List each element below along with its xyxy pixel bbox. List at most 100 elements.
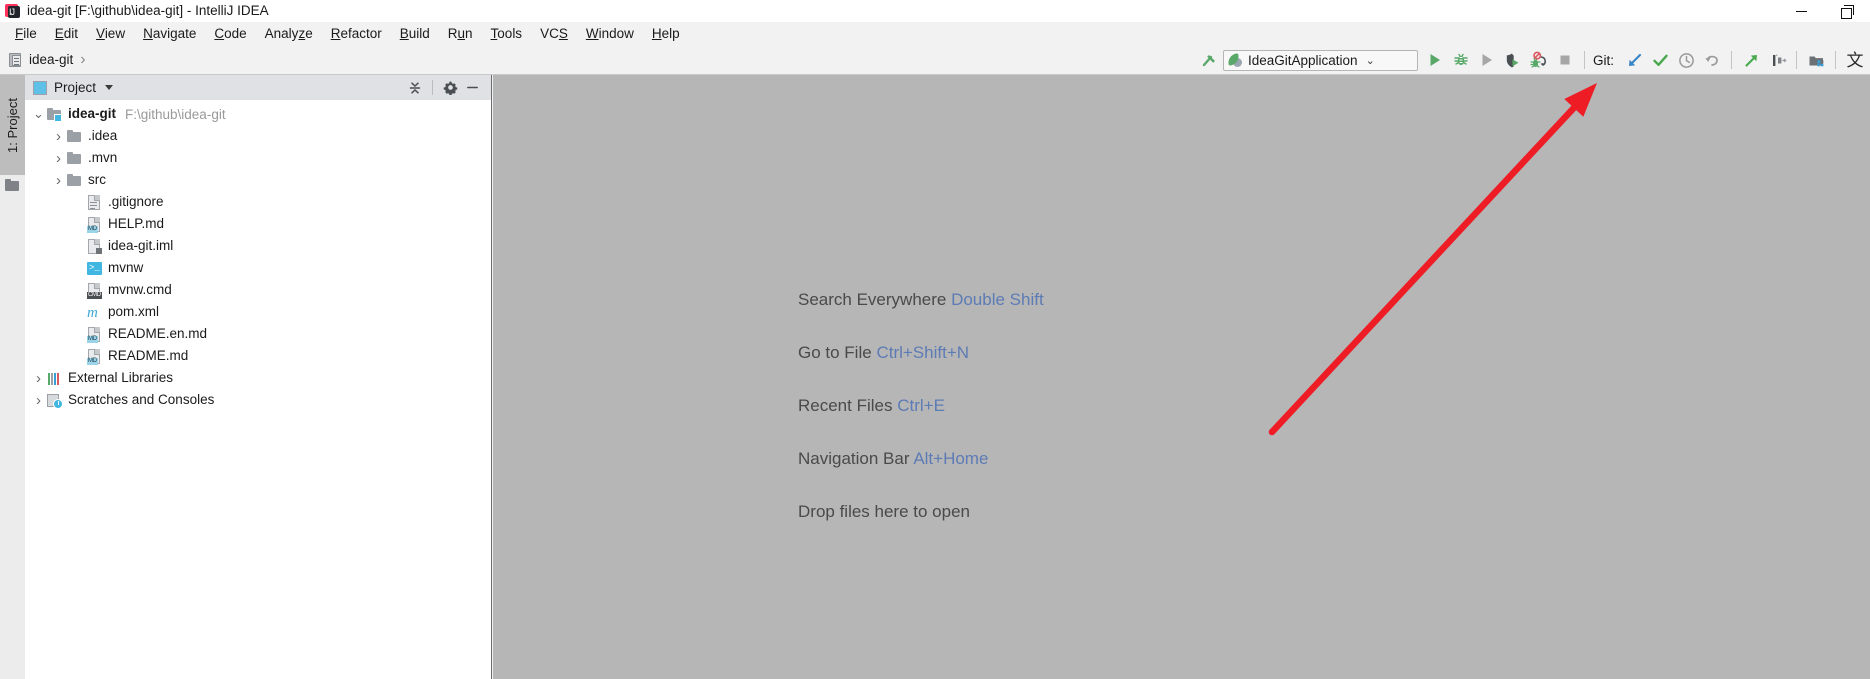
tree-node-idea-git-iml[interactable]: idea-git.iml	[25, 235, 491, 257]
project-tree: ⌄ idea-git F:\github\idea-git › .idea › .mvn › s…	[25, 100, 491, 411]
chevron-right-icon[interactable]: ›	[51, 147, 66, 169]
tree-node-gitignore[interactable]: .gitignore	[25, 191, 491, 213]
chevron-right-icon[interactable]: ›	[51, 169, 66, 191]
menu-item-help[interactable]: Help	[643, 23, 689, 45]
rollback-button[interactable]	[1699, 47, 1725, 73]
minimize-icon	[1795, 10, 1807, 12]
editor-hint-shortcut: Double Shift	[951, 290, 1044, 309]
menu-item-tools[interactable]: Tools	[482, 23, 532, 45]
tree-node-label: pom.xml	[108, 304, 160, 319]
collapse-all-icon	[409, 81, 421, 94]
collapse-all-button[interactable]	[404, 77, 426, 99]
minimize-icon	[466, 86, 478, 89]
undo-arrow-icon	[1704, 55, 1718, 66]
menu-item-analyze[interactable]: Analyze	[256, 23, 322, 45]
settings-button[interactable]	[439, 77, 461, 99]
run-button[interactable]	[1422, 47, 1448, 73]
project-panel-header: Project	[25, 75, 491, 100]
history-button[interactable]	[1673, 47, 1699, 73]
maximize-button[interactable]	[1824, 0, 1870, 22]
branch-icon	[1772, 53, 1787, 66]
menu-item-vcs[interactable]: VCS	[531, 23, 577, 45]
gear-icon	[443, 81, 457, 95]
editor-hint: Navigation Bar Alt+Home	[798, 449, 1044, 469]
tree-node-idea-git[interactable]: ⌄ idea-git F:\github\idea-git	[25, 103, 491, 125]
toolbar-divider-3	[1796, 51, 1797, 69]
menu-item-run[interactable]: Run	[439, 23, 482, 45]
commit-button[interactable]	[1647, 47, 1673, 73]
tree-node-idea[interactable]: › .idea	[25, 125, 491, 147]
markdown-file-icon: MD	[86, 216, 103, 233]
menu-item-navigate[interactable]: Navigate	[134, 23, 205, 45]
language-button[interactable]: 文	[1842, 47, 1868, 73]
tree-indent-spacer	[71, 301, 86, 323]
branches-button[interactable]	[1764, 47, 1790, 73]
tree-node-label: src	[88, 172, 106, 187]
debug-button[interactable]	[1448, 47, 1474, 73]
tree-node-label: Scratches and Consoles	[68, 392, 215, 407]
menu-item-file[interactable]: File	[6, 23, 46, 45]
breadcrumb[interactable]: idea-git ›	[0, 51, 90, 69]
stop-square-icon	[1560, 55, 1570, 65]
build-project-button[interactable]	[1197, 47, 1223, 73]
editor-hint: Recent Files Ctrl+E	[798, 396, 1044, 416]
run-with-coverage-button[interactable]	[1474, 47, 1500, 73]
run-configuration-selector[interactable]: IdeaGitApplication ⌄	[1222, 49, 1418, 71]
play-icon	[1430, 54, 1440, 66]
tree-node-help-md[interactable]: MD HELP.md	[25, 213, 491, 235]
tree-indent-spacer	[71, 345, 86, 367]
tree-indent-spacer	[71, 235, 86, 257]
tree-node-readme-en-md[interactable]: MD README.en.md	[25, 323, 491, 345]
update-project-button[interactable]	[1621, 47, 1647, 73]
folder-icon[interactable]	[5, 179, 20, 192]
stop-button[interactable]	[1552, 47, 1578, 73]
project-tool-window: Project ⌄ idea-git F:\github\idea-git › …	[25, 75, 492, 679]
folder-icon	[66, 128, 83, 145]
menu-item-window[interactable]: Window	[577, 23, 643, 45]
project-structure-button[interactable]	[1803, 47, 1829, 73]
chevron-down-icon[interactable]	[105, 85, 114, 90]
menu-bar: File Edit View Navigate Code Analyze Refactor B…	[0, 22, 1870, 45]
intellij-idea-icon: IJ	[5, 3, 21, 19]
menu-item-edit[interactable]: Edit	[46, 23, 87, 45]
panel-action-divider	[432, 80, 433, 95]
hide-button[interactable]	[461, 77, 483, 99]
menu-item-build[interactable]: Build	[391, 23, 439, 45]
tree-node-scratches-and-consoles[interactable]: › Scratches and Consoles	[25, 389, 491, 411]
push-button[interactable]	[1738, 47, 1764, 73]
chevron-right-icon[interactable]: ›	[31, 389, 46, 411]
tree-node-label: .gitignore	[108, 194, 164, 209]
menu-item-refactor[interactable]: Refactor	[322, 23, 391, 45]
markdown-file-icon: MD	[86, 326, 103, 343]
tree-node-src[interactable]: › src	[25, 169, 491, 191]
chevron-right-icon[interactable]: ›	[51, 125, 66, 147]
tree-indent-spacer	[71, 257, 86, 279]
cjk-char-icon: 文	[1846, 50, 1864, 70]
tree-node-pom-xml[interactable]: m pom.xml	[25, 301, 491, 323]
attach-debugger-button[interactable]	[1526, 47, 1552, 73]
tree-node-readme-md[interactable]: MD README.md	[25, 345, 491, 367]
tree-node-mvn[interactable]: › .mvn	[25, 147, 491, 169]
profile-button[interactable]	[1500, 47, 1526, 73]
minimize-button[interactable]	[1778, 0, 1824, 22]
tree-node-mvnw-cmd[interactable]: CMD mvnw.cmd	[25, 279, 491, 301]
editor-hint-shortcut: Alt+Home	[913, 449, 989, 468]
breadcrumb-separator-icon: ›	[80, 50, 86, 68]
chevron-right-icon[interactable]: ›	[31, 367, 46, 389]
sidebar-item-project[interactable]: 1: Project	[0, 75, 25, 175]
bug-icon	[1454, 53, 1468, 65]
editor-hint: Drop files here to open	[798, 502, 1044, 522]
menu-item-code[interactable]: Code	[205, 23, 255, 45]
menu-item-view[interactable]: View	[87, 23, 134, 45]
chevron-down-icon[interactable]: ⌄	[31, 103, 46, 125]
chevron-down-icon: ⌄	[1365, 54, 1375, 67]
maven-file-icon: m	[87, 304, 98, 321]
tree-node-mvnw[interactable]: >_ mvnw	[25, 257, 491, 279]
tree-indent-spacer	[71, 279, 86, 301]
editor-empty-area[interactable]: Search Everywhere Double Shift Go to File…	[493, 75, 1870, 679]
editor-hint-action: Drop files here to open	[798, 502, 970, 521]
text-file-icon	[86, 194, 103, 211]
tree-node-external-libraries[interactable]: › External Libraries	[25, 367, 491, 389]
spring-boot-leaf-icon	[1227, 52, 1243, 68]
tree-node-label: .mvn	[88, 150, 118, 165]
